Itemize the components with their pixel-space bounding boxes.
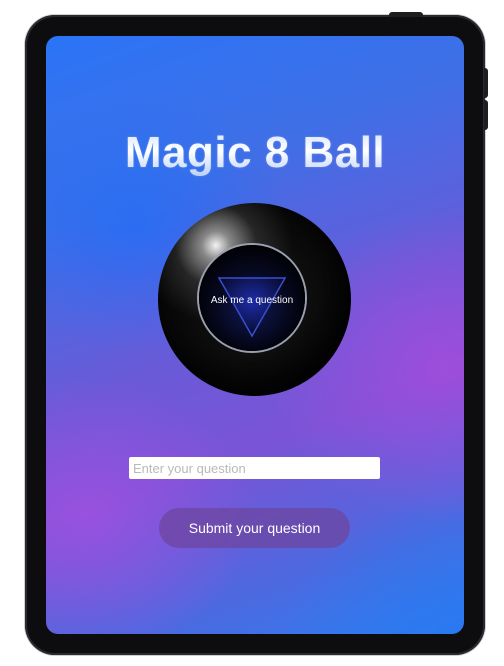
app-screen: Magic 8 Ball Ask me a question Submit yo… bbox=[46, 36, 464, 634]
answer-window: Ask me a question bbox=[199, 245, 305, 351]
submit-question-button[interactable]: Submit your question bbox=[159, 508, 350, 548]
answer-text: Ask me a question bbox=[210, 295, 294, 306]
power-button bbox=[389, 12, 423, 17]
question-input[interactable] bbox=[129, 457, 380, 479]
volume-up-button bbox=[484, 68, 488, 98]
volume-down-button bbox=[484, 100, 488, 130]
magic-8-ball-icon[interactable]: Ask me a question bbox=[158, 203, 351, 396]
app-title: Magic 8 Ball bbox=[46, 128, 464, 178]
